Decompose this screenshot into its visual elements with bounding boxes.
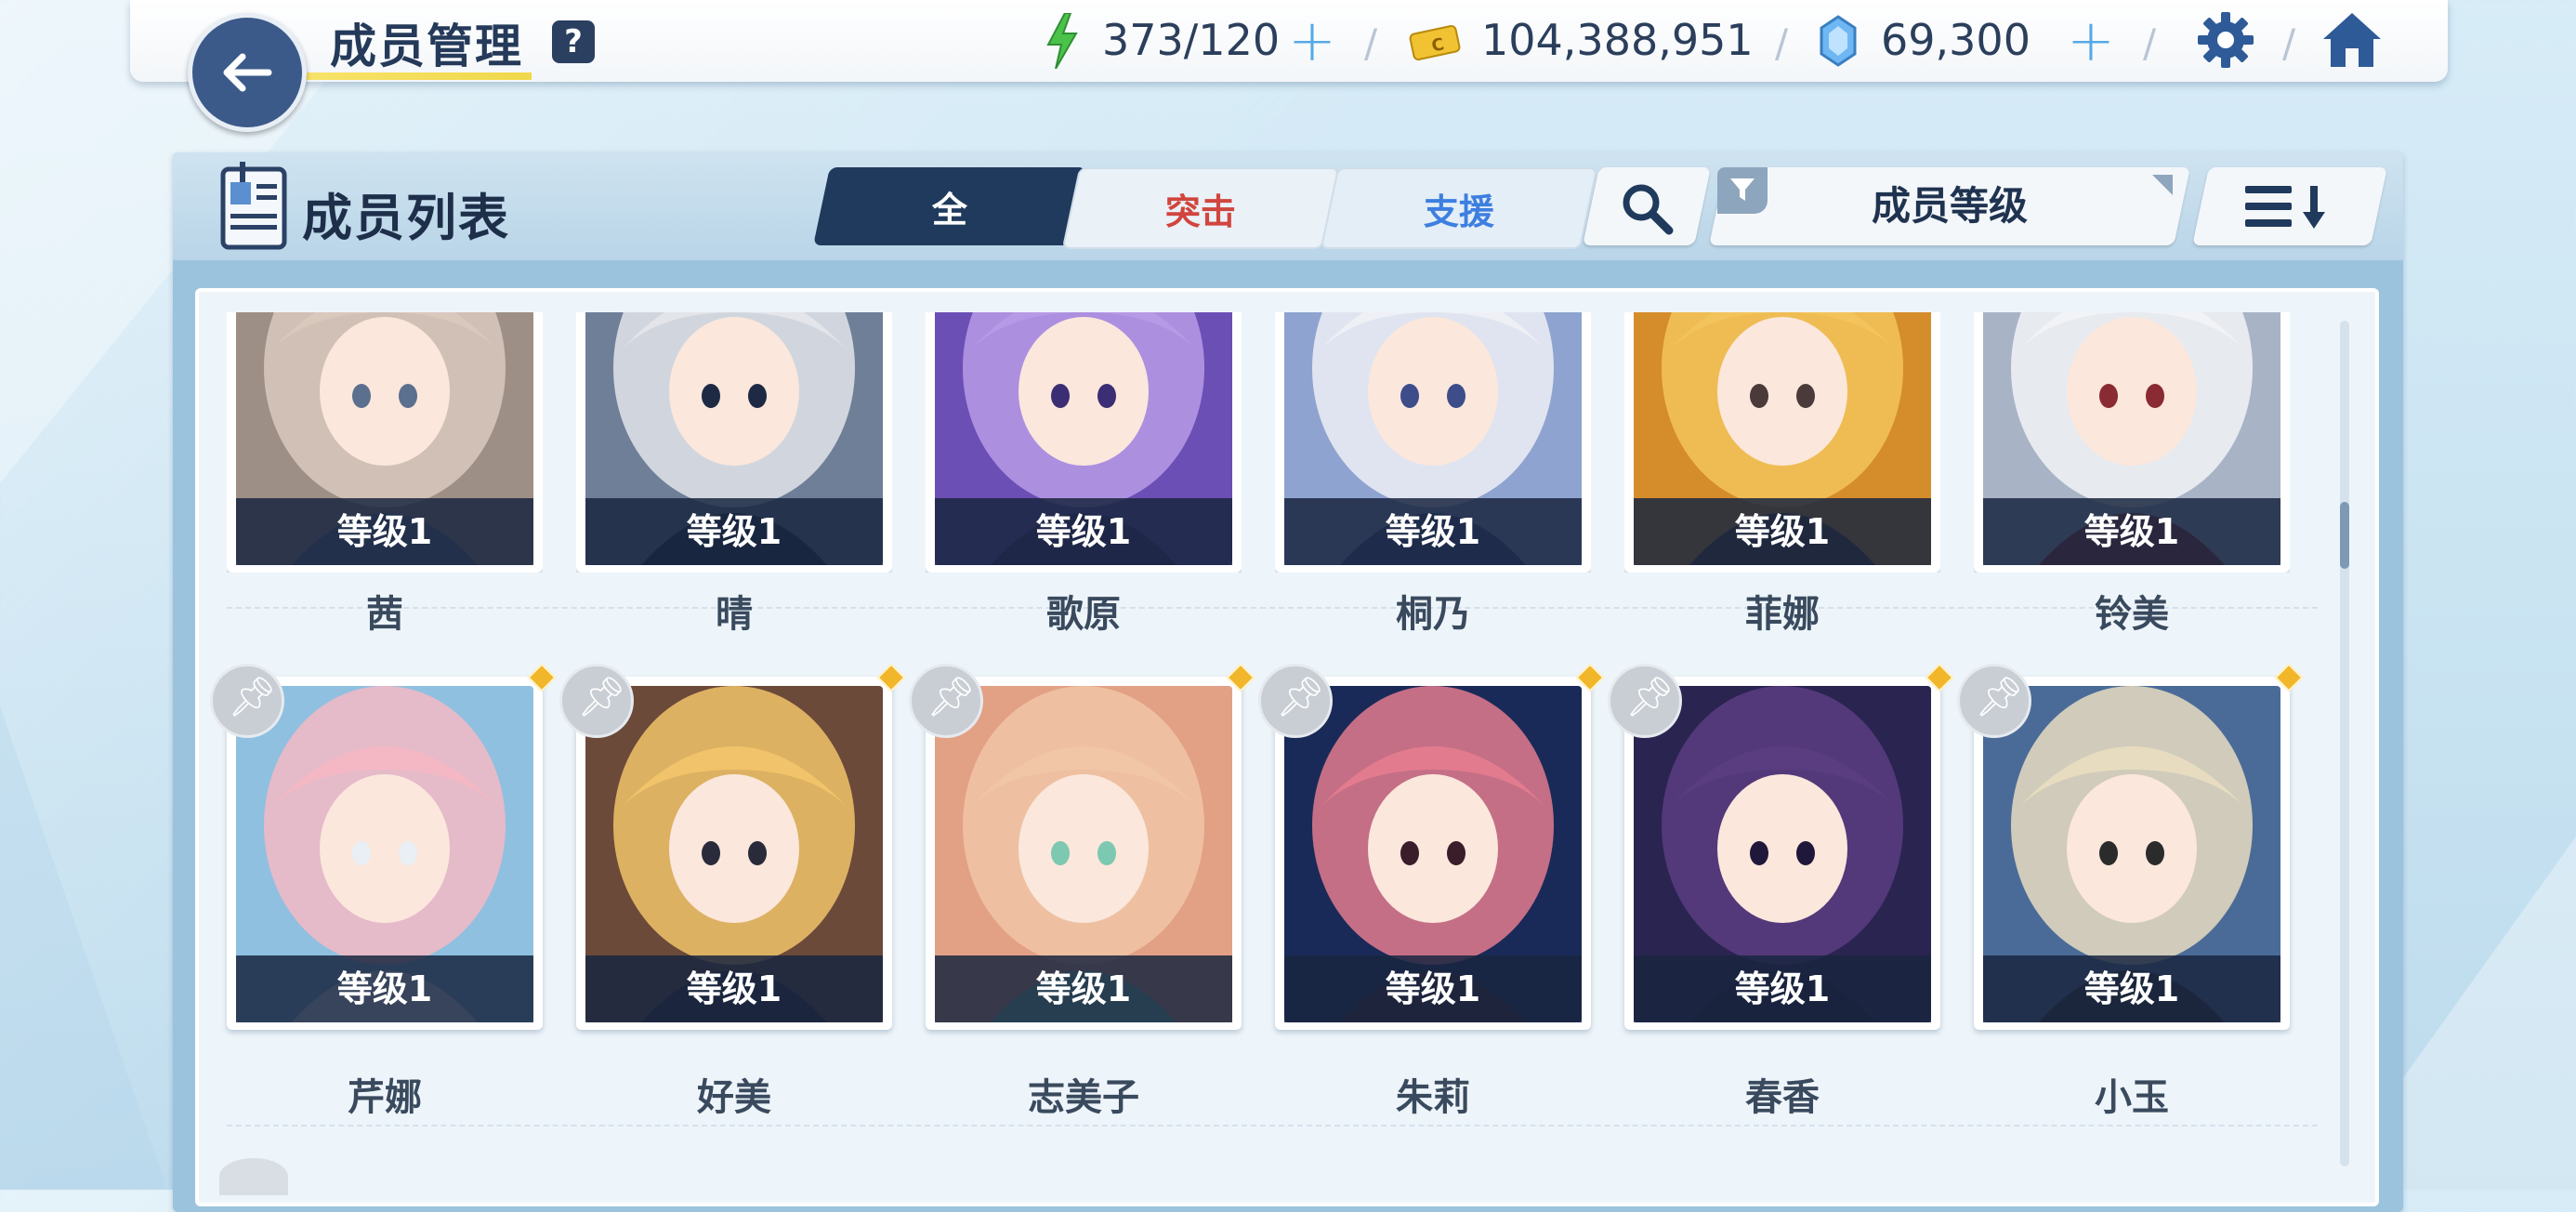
pin-icon: 📌︎	[1276, 674, 1326, 719]
tab-all[interactable]: 全	[813, 167, 1086, 245]
member-level-badge: 等级1	[1284, 955, 1582, 1022]
member-name: 芹娜	[348, 1076, 422, 1119]
sort-descending-icon	[2245, 186, 2325, 229]
member-level-badge: 等级1	[236, 955, 533, 1022]
member-name: 春香	[1745, 1076, 1820, 1119]
gear-icon[interactable]	[2195, 9, 2256, 71]
member-name: 朱莉	[1396, 1076, 1470, 1119]
sort-criteria-label: 成员等级	[1871, 183, 2028, 229]
scrollbar-thumb[interactable]	[2340, 502, 2349, 569]
sort-order-button[interactable]	[2192, 167, 2387, 245]
credit-icon: C	[1409, 25, 1461, 60]
member-name: 桐乃	[1396, 593, 1470, 636]
member-level-badge: 等级1	[1983, 498, 2280, 565]
energy-icon	[1046, 13, 1078, 69]
member-card[interactable]: 等级1 📌︎	[1258, 663, 1605, 1030]
pin-icon: 📌︎	[1625, 674, 1676, 719]
credit-value: 104,388,951	[1481, 15, 1754, 65]
gem-add-button[interactable]: +	[2067, 12, 2115, 70]
member-name: 歌原	[1046, 593, 1121, 636]
pin-icon: 📌︎	[228, 674, 278, 719]
pin-icon: 📌︎	[927, 674, 977, 719]
search-button[interactable]	[1583, 167, 1711, 245]
energy-value: 373/120	[1102, 15, 1281, 65]
energy-add-button[interactable]: +	[1288, 12, 1336, 70]
member-level-badge: 等级1	[1284, 498, 1582, 565]
member-level-badge: 等级1	[935, 955, 1232, 1022]
member-level-badge: 等级1	[935, 498, 1232, 565]
sort-filter-dropdown[interactable]: 成员等级	[1709, 167, 2190, 245]
title-underline	[296, 72, 532, 80]
pin-button[interactable]: 📌︎	[909, 664, 983, 738]
member-list-title: 成员列表	[302, 189, 510, 247]
member-name: 菲娜	[1745, 593, 1820, 636]
pin-button[interactable]: 📌︎	[210, 664, 284, 738]
gem-value: 69,300	[1881, 15, 2031, 65]
divider: /	[2282, 20, 2296, 66]
back-arrow-icon	[223, 53, 272, 92]
member-name: 茜	[366, 593, 403, 636]
pin-button[interactable]: 📌︎	[559, 664, 634, 738]
page-title: 成员管理	[330, 20, 523, 73]
help-icon[interactable]: ?	[552, 20, 595, 63]
dropdown-corner-icon	[2152, 175, 2173, 195]
pin-button[interactable]: 📌︎	[1608, 664, 1682, 738]
member-level-badge: 等级1	[585, 498, 883, 565]
pin-button[interactable]: 📌︎	[1957, 664, 2031, 738]
member-name: 志美子	[1028, 1076, 1139, 1119]
divider: /	[2143, 20, 2157, 66]
member-level-badge: 等级1	[585, 955, 883, 1022]
member-level-badge: 等级1	[1634, 498, 1931, 565]
divider: /	[1364, 20, 1378, 66]
scrollbar-track[interactable]	[2340, 321, 2349, 1166]
home-icon[interactable]	[2320, 9, 2385, 71]
member-name: 好美	[697, 1076, 771, 1119]
tab-support-label: 支援	[1423, 191, 1494, 232]
divider: /	[1775, 20, 1789, 66]
member-card[interactable]: 等级1 📌︎	[1957, 663, 2304, 1030]
member-name: 晴	[716, 593, 753, 636]
member-list-icon	[220, 162, 287, 250]
row-divider	[227, 1125, 2318, 1126]
member-level-badge: 等级1	[1634, 955, 1931, 1022]
member-name: 铃美	[2095, 593, 2169, 636]
gem-icon	[1820, 15, 1857, 67]
member-level-badge: 等级1	[1983, 955, 2280, 1022]
pin-button[interactable]: 📌︎	[1258, 664, 1333, 738]
search-icon	[1623, 184, 1674, 235]
member-card[interactable]: 等级1 📌︎	[210, 663, 557, 1030]
tab-assault-label: 突击	[1164, 191, 1236, 232]
member-card[interactable]: 等级1 📌︎	[1608, 663, 1954, 1030]
back-button[interactable]	[188, 13, 307, 132]
pin-icon: 📌︎	[577, 674, 627, 719]
pin-icon: 📌︎	[1975, 674, 2025, 719]
member-level-badge: 等级1	[236, 498, 533, 565]
member-card[interactable]: 等级1 📌︎	[909, 663, 1255, 1030]
tab-assault[interactable]: 突击	[1061, 167, 1340, 249]
tab-all-label: 全	[931, 189, 967, 231]
member-name: 小玉	[2095, 1076, 2169, 1119]
tab-support[interactable]: 支援	[1320, 167, 1598, 249]
next-row-hint	[219, 1158, 288, 1195]
member-card[interactable]: 等级1 📌︎	[559, 663, 906, 1030]
